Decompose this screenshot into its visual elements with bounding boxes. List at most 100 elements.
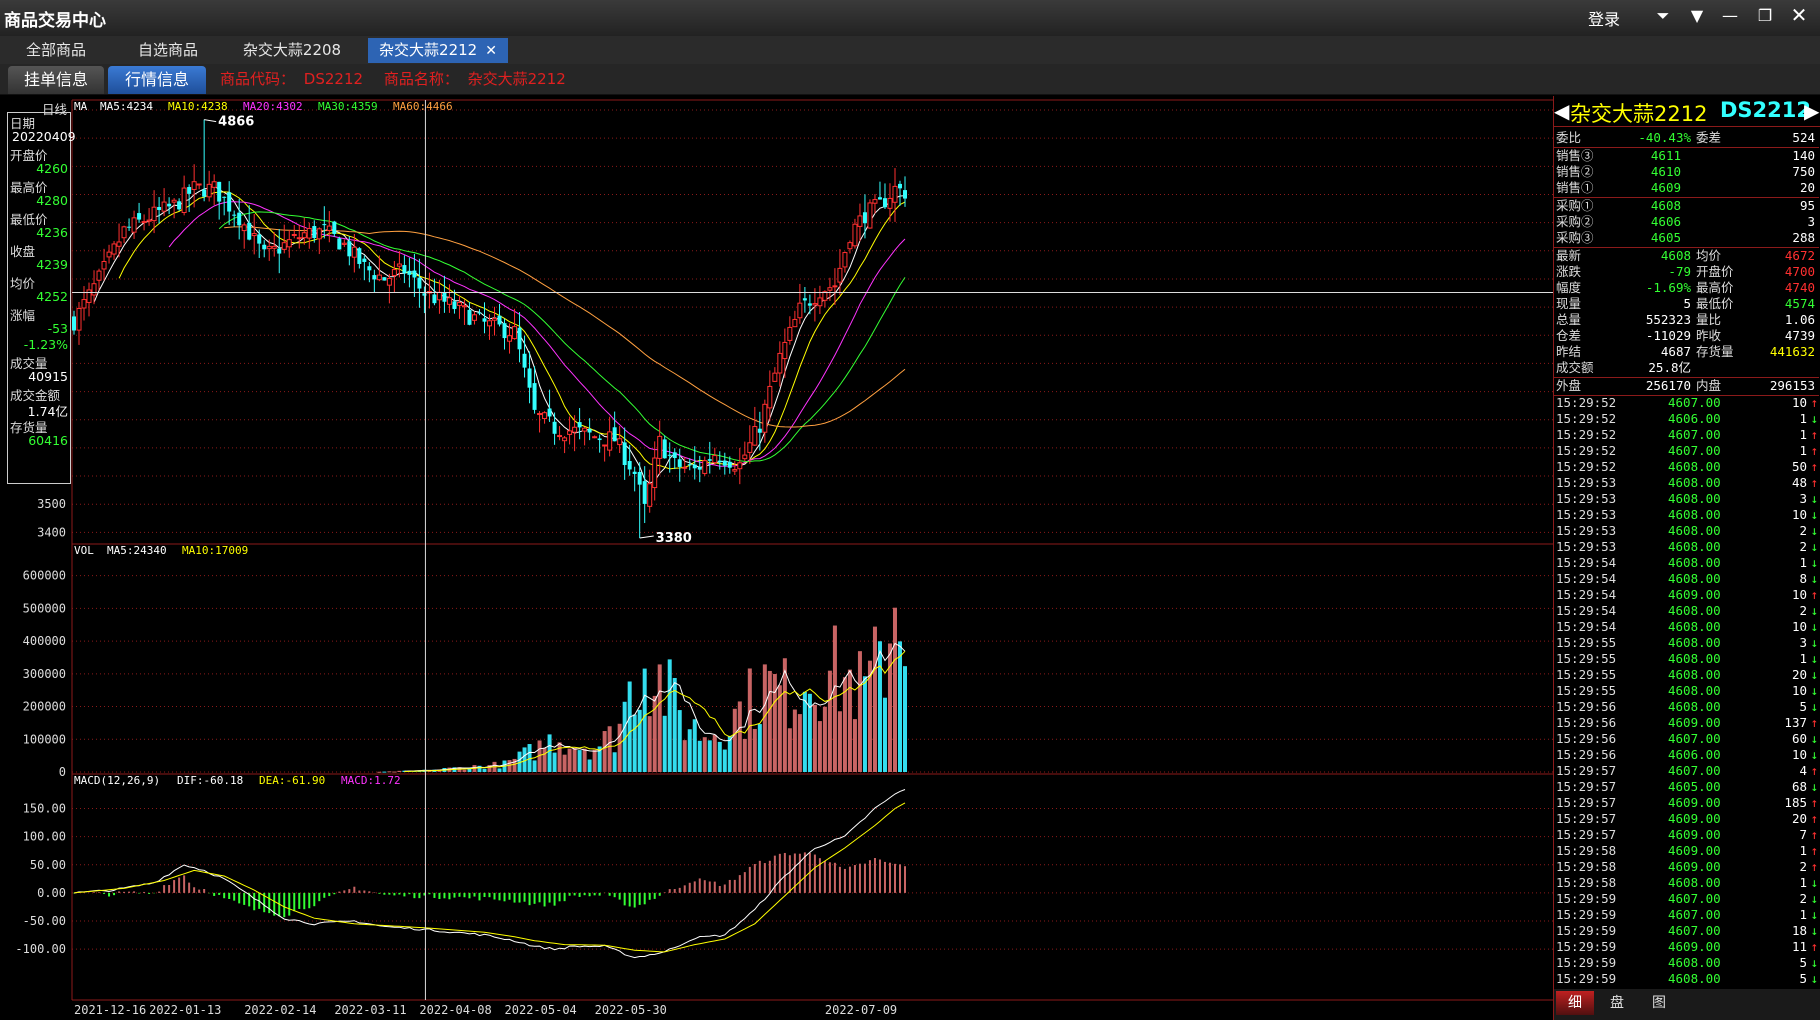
orderbook-tab[interactable]: 盘 bbox=[1598, 991, 1636, 1015]
x-tick-label: 2022-07-09 bbox=[825, 1003, 897, 1017]
legend-label: VOL bbox=[74, 544, 94, 557]
candle-body-up bbox=[396, 263, 402, 267]
subtab-orders[interactable]: 挂单信息 bbox=[8, 66, 104, 94]
change-value: -53 bbox=[47, 321, 68, 336]
arrow-down-icon: ↓ bbox=[1810, 731, 1818, 746]
tick-qty: 1 bbox=[1799, 907, 1807, 922]
candle-body-down bbox=[597, 438, 602, 441]
tick-row: 15:29:58 4609.00 1 ↑ bbox=[1554, 843, 1819, 859]
volume-bar-down bbox=[587, 759, 592, 772]
high-value: 4280 bbox=[36, 193, 68, 208]
volume-bar-down bbox=[717, 741, 722, 772]
candle-body-down bbox=[627, 460, 632, 470]
tick-time: 15:29:58 bbox=[1556, 875, 1617, 890]
crosshair-info-box: 日线 日期 20220409 开盘价 4260 最高价 4280 最低价 423… bbox=[7, 102, 76, 484]
volume-bar-up bbox=[812, 704, 817, 772]
tab-favorites[interactable]: 自选商品 bbox=[122, 38, 214, 63]
volume-bar-up bbox=[747, 668, 752, 772]
candle-body-up bbox=[507, 335, 513, 342]
product-code-label: 商品代码： bbox=[220, 70, 296, 88]
minimize-icon[interactable]: — bbox=[1719, 6, 1741, 25]
volume-bar-down bbox=[677, 710, 682, 772]
candle-body-down bbox=[407, 270, 412, 275]
tick-row: 15:29:59 4607.00 2 ↓ bbox=[1554, 891, 1819, 907]
tick-time: 15:29:59 bbox=[1556, 939, 1617, 954]
stat-value-2: 441632 bbox=[1769, 344, 1815, 359]
detail-tab[interactable]: 细 bbox=[1556, 991, 1594, 1015]
arrow-down-icon: ↓ bbox=[1810, 507, 1818, 522]
tick-price: 4607.00 bbox=[1668, 891, 1721, 906]
next-product-icon[interactable]: ▶ bbox=[1804, 99, 1819, 123]
tick-qty: 11 bbox=[1791, 939, 1807, 954]
volume-bar-down bbox=[802, 691, 807, 772]
tick-price: 4608.00 bbox=[1668, 619, 1721, 634]
tick-time: 15:29:56 bbox=[1556, 699, 1617, 714]
tick-qty: 68 bbox=[1791, 779, 1807, 794]
stat-label: 幅度 bbox=[1556, 280, 1582, 295]
candle-body-down bbox=[187, 187, 192, 194]
candle-body-up bbox=[607, 431, 613, 451]
tab-ds2208[interactable]: 杂交大蒜2208 bbox=[232, 38, 352, 63]
volume-bar-down bbox=[707, 740, 712, 772]
product-name: 杂交大蒜2212 bbox=[467, 70, 566, 88]
candle-body-down bbox=[517, 327, 522, 350]
close-value: 4239 bbox=[36, 257, 68, 272]
prev-product-icon[interactable]: ◀ bbox=[1554, 99, 1569, 123]
arrow-up-icon: ↑ bbox=[1810, 795, 1818, 810]
buy-level-label: 采购③ bbox=[1556, 230, 1594, 245]
tick-qty: 1 bbox=[1799, 411, 1807, 426]
tick-row: 15:29:55 4608.00 1 ↓ bbox=[1554, 651, 1819, 667]
tick-price: 4608.00 bbox=[1668, 955, 1721, 970]
tick-row: 15:29:56 4607.00 60 ↓ bbox=[1554, 731, 1819, 747]
candle-body-down bbox=[877, 197, 882, 200]
stat-value: -79 bbox=[1668, 264, 1691, 279]
tick-row: 15:29:53 4608.00 10 ↓ bbox=[1554, 507, 1819, 523]
avg-value: 4252 bbox=[36, 289, 68, 304]
stat-row: 成交额 25.8亿 bbox=[1554, 360, 1819, 376]
tick-qty: 10 bbox=[1791, 747, 1807, 762]
tick-time: 15:29:56 bbox=[1556, 715, 1617, 730]
volume-bar-down bbox=[632, 714, 637, 772]
x-tick-label: 2021-12-16 bbox=[74, 1003, 146, 1017]
stat-label-2: 最低价 bbox=[1696, 296, 1734, 311]
tick-time: 15:29:58 bbox=[1556, 843, 1617, 858]
close-icon[interactable]: ✕ bbox=[1788, 3, 1810, 27]
candle-body-up bbox=[792, 318, 798, 328]
candle-body-down bbox=[577, 422, 582, 428]
tick-row: 15:29:54 4608.00 2 ↓ bbox=[1554, 603, 1819, 619]
tab-close-icon[interactable]: ✕ bbox=[485, 43, 497, 59]
tick-row: 15:29:59 4608.00 5 ↓ bbox=[1554, 971, 1819, 987]
subtab-market[interactable]: 行情信息 bbox=[108, 66, 206, 94]
tab-all-goods[interactable]: 全部商品 bbox=[10, 38, 102, 63]
dropdown-icon[interactable]: ▼ bbox=[1686, 6, 1708, 25]
candle-body-up bbox=[742, 454, 748, 460]
tick-time: 15:29:59 bbox=[1556, 923, 1617, 938]
tab-ds2212[interactable]: 杂交大蒜2212 ✕ bbox=[368, 38, 508, 63]
volume-bar-up bbox=[792, 709, 797, 772]
candle-body-down bbox=[632, 471, 637, 474]
arrow-up-icon: ↑ bbox=[1810, 475, 1818, 490]
candle-body-up bbox=[702, 460, 708, 474]
volume-bar-up bbox=[822, 706, 827, 772]
tick-price: 4608.00 bbox=[1668, 667, 1721, 682]
candle-body-down bbox=[672, 452, 677, 458]
sell-row: 销售③ 4611 140 bbox=[1554, 148, 1819, 164]
login-button[interactable]: 登录 bbox=[1588, 6, 1620, 30]
restore-icon[interactable]: ❐ bbox=[1754, 6, 1776, 25]
tick-qty: 10 bbox=[1791, 587, 1807, 602]
tick-price: 4609.00 bbox=[1668, 795, 1721, 810]
kline-chart[interactable]: 3400350036000100000200000300000400000500… bbox=[0, 96, 1553, 1020]
volume-bar-up bbox=[572, 747, 577, 772]
volume-bar-up bbox=[887, 643, 892, 772]
chart-tab[interactable]: 图 bbox=[1640, 991, 1678, 1015]
candle-body-up bbox=[852, 223, 858, 247]
candle-body-down bbox=[442, 292, 447, 302]
arrow-up-icon: ↑ bbox=[1810, 859, 1818, 874]
candle-body-up bbox=[797, 302, 803, 319]
quote-panel: ◀ 杂交大蒜2212 DS2212 ▶ 委比 -40.43% 委差 524 销售③ 461… bbox=[1553, 96, 1820, 1020]
tick-qty: 20 bbox=[1791, 667, 1807, 682]
sell-level-label: 销售① bbox=[1556, 180, 1594, 195]
sell-qty: 20 bbox=[1799, 180, 1815, 195]
tick-price: 4609.00 bbox=[1668, 939, 1721, 954]
skin-icon[interactable]: ⏷ bbox=[1652, 6, 1674, 26]
